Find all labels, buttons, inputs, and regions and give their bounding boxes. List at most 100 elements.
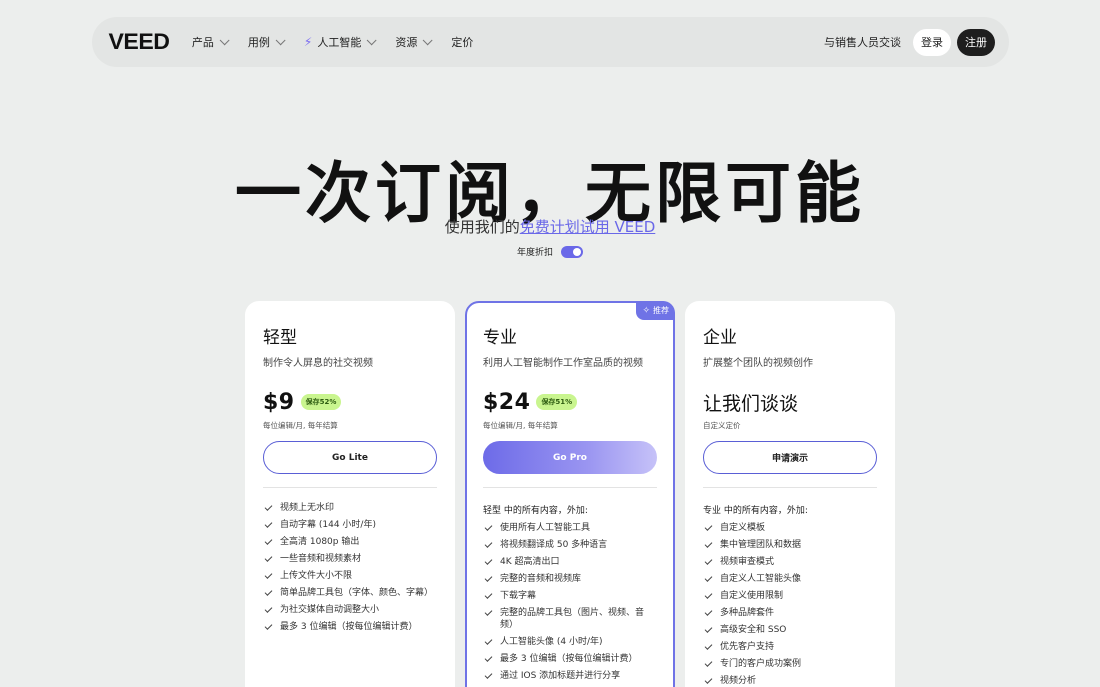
feature-text: 优先客户支持 (720, 642, 775, 652)
feature-text: 全高清 1080p 输出 (280, 537, 360, 547)
price-row: 让我们谈谈 (703, 389, 877, 415)
signup-button[interactable]: 注册 (957, 28, 995, 56)
feature-text: 专门的客户成功案例 (720, 659, 802, 669)
check-icon (264, 571, 273, 579)
check-icon (704, 591, 713, 599)
check-icon (704, 625, 713, 633)
chevron-down-icon (275, 34, 286, 45)
plan-card-enterprise: 企业 扩展整个团队的视频创作 让我们谈谈 自定义定价 申请演示 专业 中的所有内… (685, 301, 895, 687)
feature-item: 视频审查模式 (703, 556, 877, 568)
feature-item: 专门的客户成功案例 (703, 658, 877, 670)
plan-desc: 扩展整个团队的视频创作 (703, 358, 813, 369)
feature-text: 人工智能头像 (4 小时/年) (500, 637, 603, 647)
feature-item: 最多 3 位编辑（按每位编辑计费） (483, 653, 657, 665)
feature-text: 简单品牌工具包（字体、颜色、字幕） (280, 588, 434, 598)
nav-item-label: 定价 (451, 36, 474, 49)
login-button[interactable]: 登录 (913, 28, 951, 56)
feature-text: 视频审查模式 (720, 557, 775, 567)
check-icon (704, 540, 713, 548)
nav-item-label: 资源 (395, 36, 418, 49)
check-icon (264, 520, 273, 528)
recommended-label: 推荐 (653, 306, 669, 315)
feature-item: 全高清 1080p 输出 (263, 536, 437, 548)
go-lite-button[interactable]: Go Lite (263, 441, 437, 474)
feature-text: 集中管理团队和数据 (720, 540, 802, 550)
request-demo-button[interactable]: 申请演示 (703, 441, 877, 474)
feature-item: 集中管理团队和数据 (703, 539, 877, 551)
feature-text: 上传文件大小不限 (280, 571, 353, 581)
recommended-badge: ✧ 推荐 (636, 301, 675, 320)
feature-item: 人工智能头像 (4 小时/年) (483, 636, 657, 648)
free-plan-link[interactable]: 免费计划试用 VEED (520, 218, 656, 236)
divider (483, 487, 657, 488)
nav-item-label: 产品 (191, 36, 214, 49)
nav-item-products[interactable]: 产品 (191, 34, 230, 50)
feature-text: 一些音频和视频素材 (280, 554, 362, 564)
divider (703, 487, 877, 488)
plan-card-lite: 轻型 制作令人屏息的社交视频 $9 保存52% 每位编辑/月, 每年结算 Go … (245, 301, 455, 687)
check-icon (484, 523, 493, 531)
top-nav: VEED 产品 用例 ⚡ 人工智能 资源 定价 与销售人员交谈 登录 注册 (92, 17, 1009, 67)
feature-item: 上传文件大小不限 (263, 570, 437, 582)
plan-name: 专业 (483, 328, 517, 348)
price-note: 每位编辑/月, 每年结算 (483, 421, 558, 430)
check-icon (484, 591, 493, 599)
feature-text: 完整的品牌工具包（图片、视频、音频） (500, 608, 645, 630)
feature-text: 多种品牌套件 (720, 608, 775, 618)
plan-card-pro: ✧ 推荐 专业 利用人工智能制作工作室品质的视频 $24 保存51% 每位编辑/… (465, 301, 675, 687)
feature-item: 高级安全和 SSO (703, 624, 877, 636)
plan-name: 企业 (703, 328, 737, 348)
feature-item: 将视频翻译成 50 多种语言 (483, 539, 657, 551)
annual-discount-toggle[interactable] (561, 245, 583, 258)
feature-text: 完整的音频和视频库 (500, 574, 582, 584)
check-icon (484, 608, 493, 616)
bolt-icon: ⚡ (303, 35, 313, 49)
check-icon (264, 503, 273, 511)
features-heading: 专业 中的所有内容，外加: (703, 506, 808, 516)
veed-logo[interactable]: VEED (109, 29, 170, 55)
check-icon (704, 557, 713, 565)
plan-name: 轻型 (263, 328, 297, 348)
subtitle-prefix: 使用我们的 (444, 218, 520, 236)
feature-text: 视频上无水印 (280, 503, 335, 513)
check-icon (264, 554, 273, 562)
nav-item-pricing[interactable]: 定价 (451, 34, 473, 50)
feature-item: 自动字幕 (144 小时/年) (263, 519, 437, 531)
save-badge: 保存52% (300, 394, 342, 410)
talk-to-sales-link[interactable]: 与销售人员交谈 (824, 34, 901, 50)
check-icon (264, 622, 273, 630)
check-icon (484, 557, 493, 565)
feature-text: 下载字幕 (500, 591, 537, 601)
feature-text: 4K 超高清出口 (500, 557, 560, 567)
save-badge: 保存51% (536, 394, 578, 410)
feature-text: 将视频翻译成 50 多种语言 (500, 540, 608, 550)
hero-subtitle: 使用我们的免费计划试用 VEED (0, 216, 1100, 237)
nav-item-use-cases[interactable]: 用例 (247, 34, 286, 50)
feature-item: 完整的品牌工具包（图片、视频、音频） (483, 607, 657, 631)
feature-text: 自定义人工智能头像 (720, 574, 802, 584)
go-pro-button[interactable]: Go Pro (483, 441, 657, 474)
price-row: $9 保存52% (263, 389, 437, 415)
nav-item-ai[interactable]: ⚡ 人工智能 (303, 34, 377, 50)
plan-price: 让我们谈谈 (703, 392, 799, 415)
nav-item-label: 用例 (247, 36, 270, 49)
nav-item-resources[interactable]: 资源 (395, 34, 433, 50)
nav-item-label: 人工智能 (317, 36, 362, 49)
check-icon (704, 659, 713, 667)
sparkle-icon: ✧ (642, 305, 650, 316)
check-icon (264, 588, 273, 596)
feature-list: 自定义模板 集中管理团队和数据 视频审查模式 自定义人工智能头像 自定义使用限制 多种品牌… (703, 522, 877, 687)
price-row: $24 保存51% (483, 389, 657, 415)
check-icon (484, 574, 493, 582)
check-icon (264, 605, 273, 613)
feature-item: 为社交媒体自动调整大小 (263, 604, 437, 616)
feature-text: 通过 IOS 添加标题并进行分享 (500, 671, 621, 681)
feature-item: 简单品牌工具包（字体、颜色、字幕） (263, 587, 437, 599)
feature-list: 视频上无水印自动字幕 (144 小时/年) 全高清 1080p 输出 一些音频和视频… (263, 502, 437, 633)
feature-item: 通过 IOS 添加标题并进行分享 (483, 670, 657, 682)
feature-item: 视频分析 (703, 675, 877, 687)
feature-item: 4K 超高清出口 (483, 556, 657, 568)
feature-item: 下载字幕 (483, 590, 657, 602)
feature-text: 最多 3 位编辑（按每位编辑计费） (500, 654, 638, 664)
feature-item: 完整的音频和视频库 (483, 573, 657, 585)
